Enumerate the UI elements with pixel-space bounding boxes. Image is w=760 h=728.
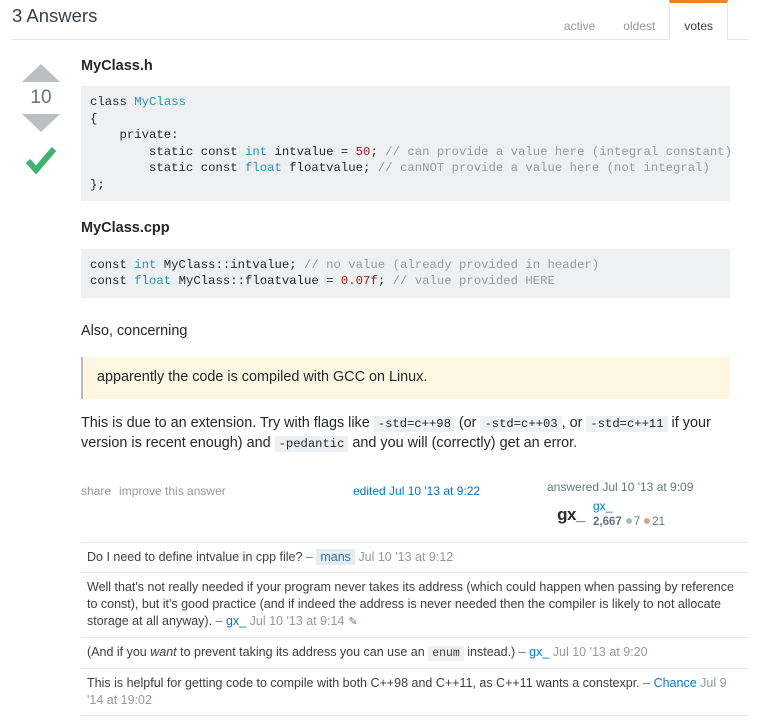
comment-date[interactable]: Jul 10 '13 at 9:14 [250, 614, 345, 628]
downvote-arrow-icon[interactable] [22, 114, 60, 132]
code-kw-class: class [90, 95, 127, 110]
edited-timestamp[interactable]: edited Jul 10 '13 at 9:22 [353, 484, 480, 498]
improve-answer-link[interactable]: improve this answer [119, 484, 226, 498]
flag-pedantic: -pedantic [274, 435, 349, 452]
answers-header: 3 Answers active oldest votes [12, 0, 748, 40]
code-line4-c: ; [370, 144, 386, 159]
explanation-paragraph: This is due to an extension. Try with fl… [81, 414, 730, 454]
code-block-header-file: class MyClass { private: static const in… [81, 86, 730, 202]
source-file-title: MyClass.cpp [81, 220, 170, 237]
comment-text-a: (And if you [87, 644, 151, 659]
comment-dash: – [643, 675, 654, 690]
answer-sort-tabs: active oldest votes [550, 0, 728, 40]
code-type-int: int [244, 144, 268, 159]
bronze-badge-icon [644, 517, 651, 524]
comment-text: Do I need to define intvalue in cpp file… [87, 549, 306, 564]
src-comment-2: // value provided HERE [392, 274, 555, 289]
src-l1-b: MyClass::intvalue; [156, 257, 305, 272]
expl-t1: This is due to an extension. Try with fl… [81, 414, 374, 431]
comment-dash: – [305, 549, 317, 564]
user-details: gx_ 2,667 7 21 [587, 499, 665, 529]
comment-date[interactable]: Jul 10 '13 at 9:12 [358, 550, 453, 564]
tab-oldest[interactable]: oldest [609, 0, 669, 40]
code-line4-a: static const [90, 144, 245, 159]
comment-item: This is helpful for getting code to comp… [81, 667, 748, 716]
comment-dash: – [518, 644, 530, 659]
comment-author-link[interactable]: gx_ [529, 645, 549, 659]
comment-item: (And if you want to prevent taking its a… [81, 636, 748, 668]
src-l2-a: const [90, 274, 135, 289]
comment-text-b: to prevent taking its address you can us… [176, 644, 429, 659]
user-name-link[interactable]: gx_ [593, 499, 665, 514]
code-line5-b: floatvalue; [281, 161, 378, 176]
flag-std-cpp98: -std=c++98 [373, 415, 455, 432]
comment-dash: – [215, 613, 226, 628]
code-line4-b: intvalue = [267, 144, 356, 159]
src-l2-b: MyClass::floatvalue = [171, 274, 341, 289]
comment-item: Do I need to define intvalue in cpp file… [81, 541, 748, 572]
code-type-myclass: MyClass [134, 95, 186, 110]
post-meta-row: share improve this answer edited Jul 10 '… [81, 480, 730, 536]
share-link[interactable]: share [81, 484, 111, 498]
comment-author-link[interactable]: mans [316, 548, 355, 565]
bronze-badge-count: 21 [652, 515, 665, 528]
answered-timestamp: answered Jul 10 '13 at 9:09 [547, 479, 694, 494]
src-type-float: float [134, 274, 172, 289]
comment-date[interactable]: Jul 10 '13 at 9:20 [553, 645, 648, 659]
accepted-answer-check-icon[interactable] [24, 146, 58, 176]
code-line5-a: static const [90, 161, 245, 176]
src-comment-1: // no value (already provided in header) [304, 257, 600, 272]
flag-std-cpp03: -std=c++03 [480, 415, 562, 432]
post-action-links: share improve this answer [81, 480, 234, 498]
comments-list: Do I need to define intvalue in cpp file… [81, 541, 748, 716]
comment-author-link[interactable]: Chance [654, 676, 697, 690]
code-brace-open: { [90, 111, 98, 126]
code-type-float: float [244, 161, 282, 176]
header-file-title: MyClass.h [81, 58, 153, 74]
comment-text: Well that's not really needed if your pr… [87, 579, 734, 628]
comment-item: Well that's not really needed if your pr… [81, 571, 748, 637]
reputation-score: 2,667 [593, 515, 622, 528]
vote-count: 10 [30, 87, 52, 108]
user-reputation-badges: 2,667 7 21 [593, 515, 665, 529]
avatar[interactable]: gx_ [555, 499, 587, 531]
vote-cell: 10 [12, 58, 70, 536]
edit-comment-pencil-icon[interactable]: ✎ [348, 616, 357, 628]
src-l1-a: const [90, 257, 135, 272]
silver-badge-count: 7 [633, 515, 641, 528]
comment-text-c: instead.) [463, 644, 519, 659]
code-comment-floatvalue: // canNOT provide a value here (not inte… [377, 161, 710, 176]
src-type-int: int [134, 257, 157, 272]
quoted-text: apparently the code is compiled with GCC… [81, 356, 730, 399]
code-value-50: 50 [355, 144, 371, 159]
user-row: gx_ gx_ 2,667 7 21 [547, 499, 747, 531]
answers-count-heading: 3 Answers [12, 5, 98, 26]
src-value-007f: 0.07f [340, 274, 378, 289]
tab-active[interactable]: active [550, 0, 609, 40]
tab-votes[interactable]: votes [669, 0, 728, 40]
code-block-source-file: const int MyClass::intvalue; // no value… [81, 248, 730, 298]
answer-body: MyClass.h class MyClass { private: stati… [70, 58, 748, 536]
comment-text: This is helpful for getting code to comp… [87, 675, 644, 690]
comment-inline-code-enum: enum [428, 645, 464, 661]
code-brace-close: }; [90, 177, 105, 192]
comment-author-link[interactable]: gx_ [226, 614, 246, 628]
upvote-arrow-icon[interactable] [22, 64, 60, 82]
also-concerning-text: Also, concerning [81, 322, 188, 339]
answer-post: 10 MyClass.h class MyClass { private: st… [12, 40, 748, 536]
comment-emphasis: want [150, 644, 177, 659]
code-private-label: private: [90, 128, 179, 143]
code-comment-intvalue: // can provide a value here (integral co… [385, 144, 730, 159]
flag-std-cpp11: -std=c++11 [586, 415, 668, 432]
expl-t5: and you will (correctly) get an error. [348, 434, 578, 451]
src-l2-c: ; [377, 274, 393, 289]
silver-badge-icon [625, 517, 632, 524]
expl-t2: (or [454, 414, 481, 431]
answerer-user-card: answered Jul 10 '13 at 9:09 gx_ gx_ 2,66… [547, 480, 747, 531]
expl-t3: , or [561, 414, 587, 431]
